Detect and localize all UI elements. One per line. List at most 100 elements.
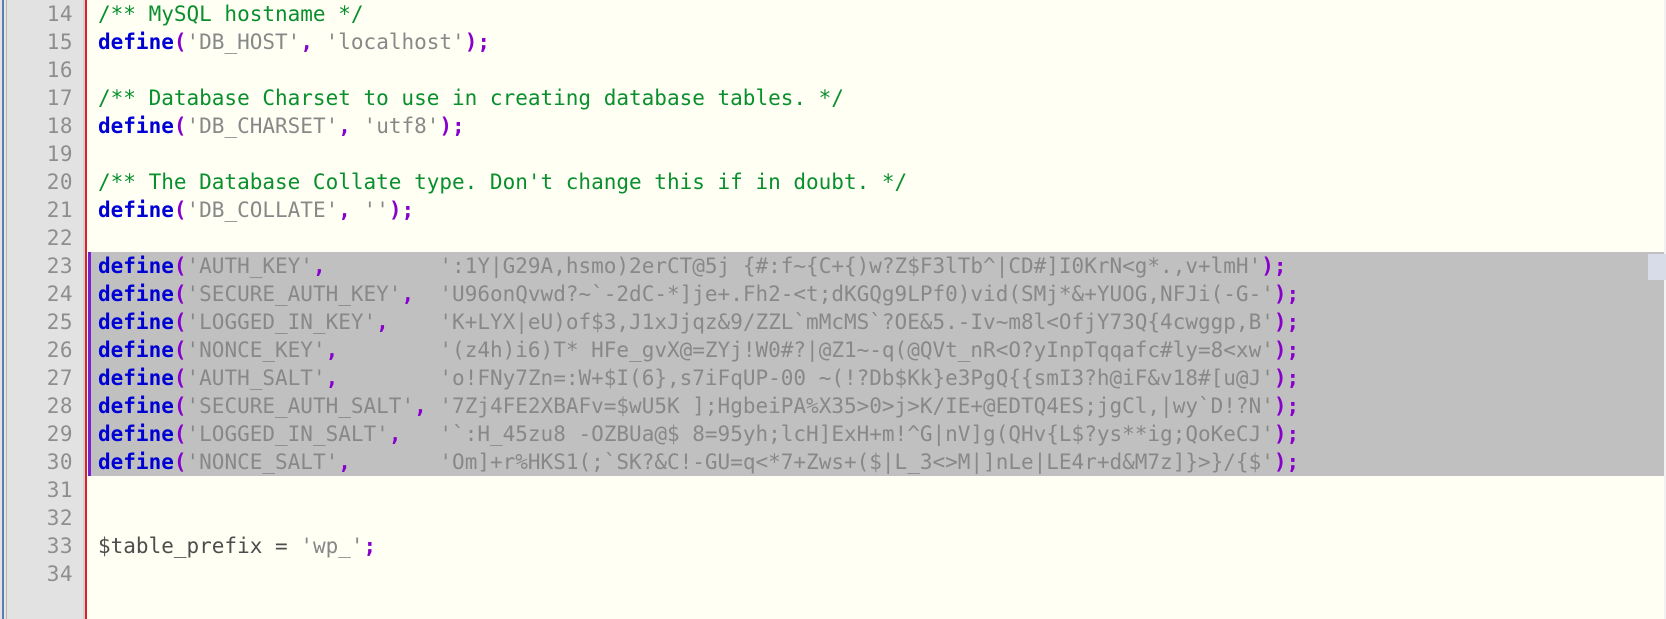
scrollbar-selection-marker[interactable] bbox=[1648, 254, 1666, 280]
token-variable: $table_prefix bbox=[98, 534, 263, 558]
code-line-selected[interactable]: define('AUTH_KEY', ':1Y|G29A,hsmo)2erCT@… bbox=[88, 252, 1666, 280]
line-number[interactable]: 30 bbox=[7, 448, 83, 476]
token-punctuation: , bbox=[338, 450, 351, 474]
code-line-selected[interactable]: define('AUTH_SALT', 'o!FNy7Zn=:W+$I(6},s… bbox=[88, 364, 1666, 392]
token-punctuation: ( bbox=[173, 198, 187, 222]
token-string: 'utf8' bbox=[363, 114, 440, 138]
token-punctuation: ( bbox=[173, 30, 187, 54]
code-line[interactable]: define('DB_HOST', 'localhost'); bbox=[88, 28, 1666, 56]
code-line-selected[interactable]: define('NONCE_SALT', 'Om]+r%HKS1(;`SK?&C… bbox=[88, 448, 1666, 476]
line-number[interactable]: 23 bbox=[7, 252, 83, 280]
line-number-gutter[interactable]: 14 15 16 17 18 19 20 21 22 23 24 25 26 27 28 29 30 31 32 33… bbox=[7, 0, 85, 619]
token-string: 'DB_HOST' bbox=[186, 30, 301, 54]
vertical-rail bbox=[2, 0, 4, 619]
code-line-selected[interactable]: define('LOGGED_IN_SALT', '`:H_45zu8 -OZB… bbox=[88, 420, 1666, 448]
token-punctuation: ); bbox=[464, 30, 490, 54]
code-line-selected[interactable]: define('SECURE_AUTH_SALT', '7Zj4FE2XBAFv… bbox=[88, 392, 1666, 420]
line-number[interactable]: 20 bbox=[7, 168, 83, 196]
code-line[interactable]: define('DB_COLLATE', ''); bbox=[88, 196, 1666, 224]
token-punctuation: ( bbox=[173, 282, 187, 306]
token-punctuation: ( bbox=[173, 254, 187, 278]
line-number[interactable]: 21 bbox=[7, 196, 83, 224]
token-keyword: define bbox=[98, 254, 174, 278]
token-string: ':1Y|G29A,hsmo)2erCT@5j {#:f~{C+{)w?Z$F3… bbox=[439, 254, 1262, 278]
line-number[interactable]: 33 bbox=[7, 532, 83, 560]
line-number[interactable]: 16 bbox=[7, 56, 83, 84]
line-number[interactable]: 19 bbox=[7, 140, 83, 168]
code-line[interactable]: $table_prefix = 'wp_'; bbox=[88, 532, 1666, 560]
line-number[interactable]: 22 bbox=[7, 224, 83, 252]
line-number[interactable]: 18 bbox=[7, 112, 83, 140]
code-line[interactable]: /** Database Charset to use in creating … bbox=[88, 84, 1666, 112]
line-number[interactable]: 31 bbox=[7, 476, 83, 504]
token-punctuation: ); bbox=[1273, 366, 1300, 390]
token-punctuation: , bbox=[338, 198, 351, 222]
token-string: 'localhost' bbox=[325, 30, 465, 54]
line-number[interactable]: 17 bbox=[7, 84, 83, 112]
token-string: 'wp_' bbox=[300, 534, 364, 558]
token-keyword: define bbox=[98, 366, 174, 390]
token-punctuation: ); bbox=[1273, 338, 1300, 362]
line-number[interactable]: 15 bbox=[7, 28, 83, 56]
modified-lines-indicator bbox=[85, 0, 87, 619]
line-number[interactable]: 14 bbox=[7, 0, 83, 28]
code-line[interactable] bbox=[88, 140, 1666, 168]
code-line[interactable]: /** The Database Collate type. Don't cha… bbox=[88, 168, 1666, 196]
line-number[interactable]: 27 bbox=[7, 364, 83, 392]
token-punctuation: ); bbox=[1273, 282, 1300, 306]
token-keyword: define bbox=[98, 394, 174, 418]
code-line-selected[interactable]: define('SECURE_AUTH_KEY', 'U96onQvwd?~`-… bbox=[88, 280, 1666, 308]
token-punctuation: ( bbox=[173, 366, 187, 390]
token-string: 'K+LYX|eU)of$3,J1xJjqz&9/ZZL`mMcMS`?OE&5… bbox=[439, 310, 1274, 334]
token-punctuation: , bbox=[376, 310, 389, 334]
token-string: 'SECURE_AUTH_KEY' bbox=[186, 282, 402, 306]
code-pane[interactable]: /** MySQL hostname */define('DB_HOST', '… bbox=[88, 0, 1666, 619]
token-string: 'Om]+r%HKS1(;`SK?&C!-GU=q<*7+Zws+($|L_3<… bbox=[439, 450, 1274, 474]
code-line[interactable] bbox=[88, 224, 1666, 252]
line-number[interactable]: 26 bbox=[7, 336, 83, 364]
code-line[interactable] bbox=[88, 504, 1666, 532]
token-comment: /** MySQL hostname */ bbox=[98, 2, 364, 26]
code-line[interactable]: /** MySQL hostname */ bbox=[88, 0, 1666, 28]
token-punctuation: , bbox=[388, 422, 402, 446]
code-line[interactable] bbox=[88, 560, 1666, 588]
code-line[interactable]: define('DB_CHARSET', 'utf8'); bbox=[88, 112, 1666, 140]
token-keyword: define bbox=[98, 114, 174, 138]
token-punctuation: , bbox=[325, 366, 339, 390]
line-number[interactable]: 29 bbox=[7, 420, 83, 448]
token-string: 'SECURE_AUTH_SALT' bbox=[186, 394, 415, 418]
line-number[interactable]: 28 bbox=[7, 392, 83, 420]
line-number[interactable]: 32 bbox=[7, 504, 83, 532]
token-string: '(z4h)i6)T* HFe_gvX@=ZYj!W0#?|@Z1~-q(@QV… bbox=[439, 338, 1274, 362]
token-punctuation: ( bbox=[173, 422, 187, 446]
token-comment: /** The Database Collate type. Don't cha… bbox=[98, 170, 908, 194]
line-number[interactable]: 25 bbox=[7, 308, 83, 336]
token-punctuation: ( bbox=[173, 114, 187, 138]
token-keyword: define bbox=[98, 422, 174, 446]
token-punctuation: ); bbox=[1273, 450, 1300, 474]
token-keyword: define bbox=[98, 310, 174, 334]
code-lines-container[interactable]: /** MySQL hostname */define('DB_HOST', '… bbox=[88, 0, 1666, 588]
token-string: 'o!FNy7Zn=:W+$I(6},s7iFqUP-00 ~(!?Db$Kk}… bbox=[439, 366, 1274, 390]
token-punctuation: ); bbox=[1273, 310, 1300, 334]
code-line-selected[interactable]: define('NONCE_KEY', '(z4h)i6)T* HFe_gvX@… bbox=[88, 336, 1666, 364]
token-string: 'LOGGED_IN_SALT' bbox=[186, 422, 389, 446]
code-editor[interactable]: 14 15 16 17 18 19 20 21 22 23 24 25 26 27 28 29 30 31 32 33… bbox=[0, 0, 1666, 619]
line-number[interactable]: 24 bbox=[7, 280, 83, 308]
line-number[interactable]: 34 bbox=[7, 560, 83, 588]
code-line[interactable] bbox=[88, 476, 1666, 504]
code-line[interactable] bbox=[88, 56, 1666, 84]
token-punctuation: , bbox=[325, 338, 339, 362]
token-punctuation: ); bbox=[1261, 254, 1287, 278]
code-line-selected[interactable]: define('LOGGED_IN_KEY', 'K+LYX|eU)of$3,J… bbox=[88, 308, 1666, 336]
